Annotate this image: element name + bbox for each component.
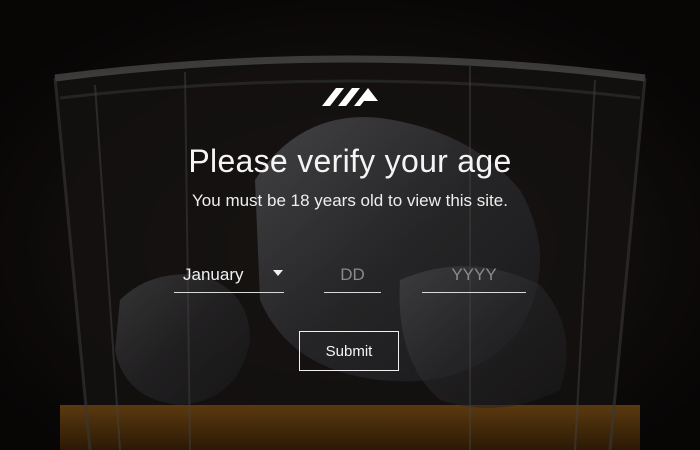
year-input-placeholder: YYYY	[451, 265, 497, 284]
page-title: Please verify your age	[188, 143, 512, 179]
submit-button[interactable]: Submit	[299, 331, 399, 371]
age-gate: Please verify your age You must be 18 ye…	[0, 0, 700, 450]
month-select[interactable]: January	[174, 258, 284, 293]
month-select-value: January	[183, 265, 244, 284]
year-input[interactable]: YYYY	[422, 258, 526, 293]
brand-logo-icon	[322, 88, 378, 106]
chevron-down-icon	[273, 270, 283, 276]
day-input-placeholder: DD	[340, 265, 365, 284]
day-input[interactable]: DD	[324, 258, 381, 293]
page-subtitle: You must be 18 years old to view this si…	[192, 191, 508, 210]
